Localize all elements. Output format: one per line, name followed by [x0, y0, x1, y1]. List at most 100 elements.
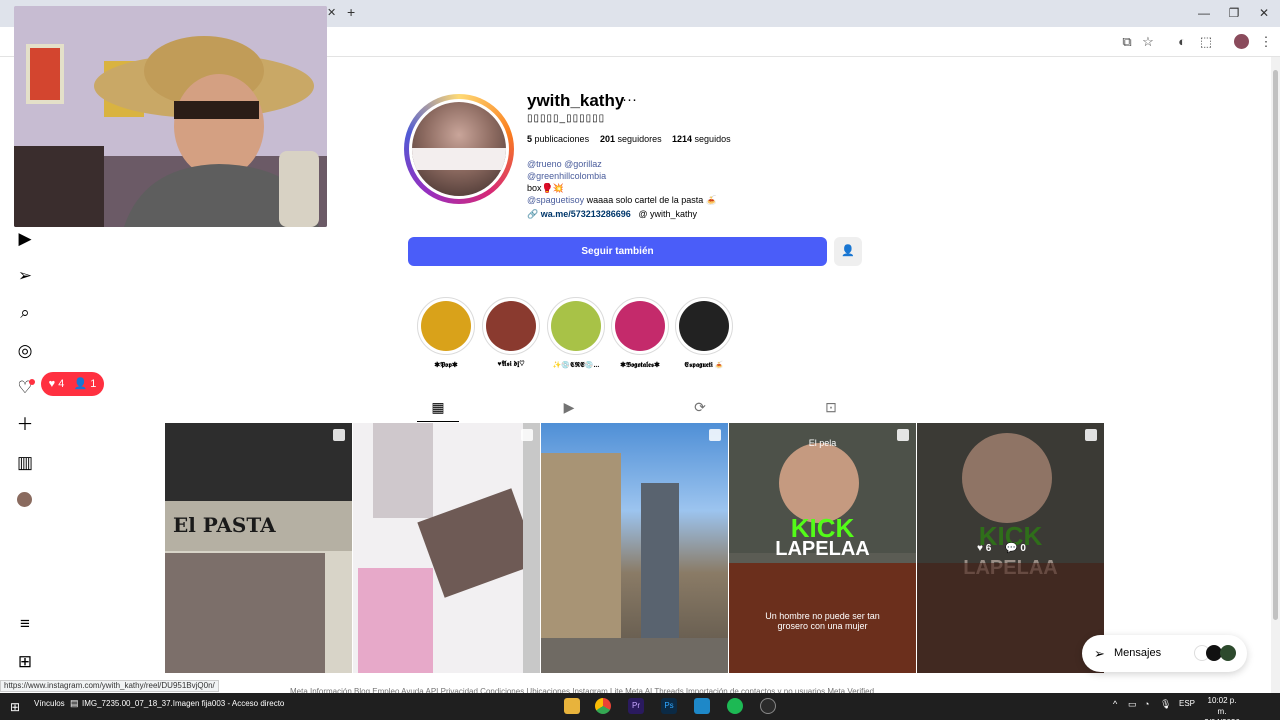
highlight-item[interactable]: ♥𝕬𝖘𝖎 𝖉𝖏♡ — [482, 297, 540, 369]
scroll-thumb[interactable] — [1273, 70, 1278, 620]
message-avatar — [1220, 645, 1236, 661]
posts-label: publicaciones — [534, 134, 590, 144]
network-icon[interactable]: ◔ — [1144, 699, 1149, 709]
close-window-button[interactable]: ✕ — [1249, 4, 1279, 22]
post-text: El PASTA — [173, 513, 276, 537]
highlight-label: ♥𝕬𝖘𝖎 𝖉𝖏♡ — [497, 361, 525, 368]
tab-close-icon[interactable]: ✕ — [327, 6, 336, 19]
direct-send-icon[interactable]: ➢ — [14, 265, 36, 287]
bio-text: waaaa solo cartel de la pasta 🍝 — [584, 195, 717, 205]
highlight-item[interactable]: ✨💿𝕮𝕽𝕰💿... — [547, 297, 605, 370]
reels-icon[interactable]: ▶ — [14, 228, 36, 250]
obs-icon[interactable] — [760, 698, 776, 714]
person-add-icon: 👤 — [841, 245, 855, 257]
more-menu-icon[interactable]: ≡ — [14, 613, 36, 635]
highlight-label: ✨💿𝕮𝕽𝕰💿... — [552, 362, 600, 369]
post-caption: Un hombre no puede ser tan grosero con u… — [765, 611, 880, 631]
create-plus-icon[interactable]: ＋ — [14, 414, 36, 436]
post-overlay-text: El pela — [808, 438, 837, 448]
post-name-text: LAPELAA — [775, 538, 870, 560]
app-icon[interactable] — [694, 698, 710, 714]
spotify-icon[interactable] — [727, 698, 743, 714]
tab-tagged-icon[interactable]: ⊡ — [822, 398, 840, 416]
streamer-image — [14, 6, 327, 227]
followers-count: 201 — [600, 134, 616, 144]
dashboard-icon[interactable]: ▥ — [14, 452, 36, 474]
tab-posts-grid-icon[interactable]: ▦ — [429, 398, 447, 416]
bookmark-star-icon[interactable]: ☆ — [1139, 34, 1157, 50]
bio-mention-spaguetisoy[interactable]: @spaguetisoy — [527, 195, 584, 205]
minimize-button[interactable]: — — [1189, 4, 1219, 22]
suggested-accounts-button[interactable]: 👤 — [834, 237, 862, 266]
link-icon: 🔗 — [527, 209, 539, 219]
menu-kebab-icon[interactable]: ⋮ — [1257, 34, 1275, 50]
messages-send-icon: ➢ — [1094, 646, 1105, 661]
post-pin-icon — [709, 429, 721, 441]
status-bar-url: https://www.instagram.com/ywith_kathy/re… — [0, 680, 219, 692]
keyboard-language[interactable]: ESP — [1179, 699, 1195, 708]
taskbar-window-title[interactable]: IMG_7235.00_07_18_37.Imagen fija003 - Ac… — [82, 699, 284, 708]
restore-button[interactable]: ❐ — [1219, 4, 1249, 22]
heart-icon: ♥ — [977, 543, 983, 554]
search-icon[interactable]: ⌕ — [14, 302, 36, 324]
bio-mention-greenhill[interactable]: @greenhillcolombia — [527, 171, 606, 181]
also-from-meta-icon[interactable]: ⊞ — [14, 651, 36, 673]
taskbar-links-label[interactable]: Vínculos — [34, 699, 65, 708]
tray-app-icon[interactable]: ▭ — [1128, 699, 1137, 710]
followers-stat[interactable]: 201 seguidores — [600, 134, 662, 144]
following-count: 1214 — [672, 134, 693, 144]
threads-link[interactable]: ywith_kathy — [650, 209, 697, 219]
highlight-item[interactable]: ✱𝕻𝖔𝖕✱ — [417, 297, 475, 370]
highlight-label: 𝕰𝖘𝖕𝖆𝖌𝖚𝖊𝖙𝖎 🍝 — [684, 362, 724, 369]
profile-options-icon[interactable]: ··· — [622, 91, 637, 108]
file-shortcut-icon: ▤ — [70, 698, 79, 708]
windows-start-icon[interactable]: ⊞ — [10, 700, 20, 714]
profile-link[interactable]: wa.me/573213286696 — [541, 209, 631, 219]
bio-line-spaguetisoy: @spaguetisoy waaaa solo cartel de la pas… — [527, 195, 717, 206]
bio-mentions[interactable]: @trueno @gorillaz — [527, 159, 602, 169]
follow-back-button[interactable]: Seguir también — [408, 237, 827, 266]
profile-avatar[interactable] — [1234, 34, 1249, 49]
highlight-item[interactable]: ✱𝕭𝖔𝖌𝖔𝖙𝖆𝖑𝖊𝖘✱ — [611, 297, 669, 370]
install-app-icon[interactable]: ⧉ — [1118, 34, 1136, 50]
grid-post[interactable] — [353, 423, 540, 673]
posts-stat: 5 publicaciones — [527, 134, 589, 144]
highlight-cover — [547, 297, 605, 355]
profile-full-name: ▯▯▯▯▯_▯▯▯▯▯▯ — [527, 113, 606, 124]
threads-icon: @ — [638, 209, 648, 219]
highlight-label: ✱𝕻𝖔𝖕✱ — [434, 362, 458, 369]
taskbar-clock[interactable]: 10:02 p. m. 3/04/2026 — [1202, 695, 1242, 728]
bio-links-row: 🔗 wa.me/573213286696 @ ywith_kathy — [527, 209, 697, 220]
person-icon: 👤 — [73, 378, 88, 390]
grid-post[interactable]: El pela KICK LAPELAA Un hombre no puede … — [729, 423, 916, 673]
notifications-popover[interactable]: ♥ 4 👤 1 — [41, 372, 104, 396]
bio-line: box🥊💥 — [527, 183, 564, 193]
new-tab-button[interactable]: + — [347, 4, 355, 20]
profile-picture[interactable] — [409, 99, 509, 199]
post-reel-icon — [1085, 429, 1097, 441]
webcam-overlay — [14, 6, 327, 227]
active-tab-indicator — [417, 421, 459, 422]
file-explorer-icon[interactable] — [564, 698, 580, 714]
highlight-item[interactable]: 𝕰𝖘𝖕𝖆𝖌𝖚𝖊𝖙𝖎 🍝 — [675, 297, 733, 370]
tray-chevron-icon[interactable]: ^ — [1113, 699, 1117, 709]
following-stat[interactable]: 1214 seguidos — [672, 134, 731, 144]
extension-icon[interactable]: ◐ — [1173, 34, 1191, 50]
extensions-puzzle-icon[interactable]: ⬚ — [1197, 34, 1215, 50]
photoshop-icon[interactable]: Ps — [661, 698, 677, 714]
follows-count: 1 — [90, 378, 97, 390]
explore-compass-icon[interactable]: ◎ — [14, 340, 36, 362]
highlight-label: ✱𝕭𝖔𝖌𝖔𝖙𝖆𝖑𝖊𝖘✱ — [620, 362, 660, 369]
messages-label: Mensajes — [1114, 647, 1162, 659]
microphone-icon[interactable]: 🎙 — [1160, 699, 1171, 710]
grid-post[interactable]: KICK LAPELAA ♥ 6 💬 0 — [917, 423, 1104, 673]
grid-post[interactable]: El PASTA — [165, 423, 352, 673]
heart-icon: ♥ — [48, 378, 56, 390]
tab-reels-icon[interactable]: ▶ — [560, 398, 578, 416]
grid-post[interactable] — [541, 423, 728, 673]
profile-nav-avatar[interactable] — [17, 492, 32, 507]
tab-reposts-icon[interactable]: ⟳ — [691, 398, 709, 416]
premiere-pro-icon[interactable]: Pr — [628, 698, 644, 714]
messages-button[interactable]: ➢ Mensajes — [1082, 635, 1247, 672]
chrome-icon[interactable] — [595, 698, 611, 714]
